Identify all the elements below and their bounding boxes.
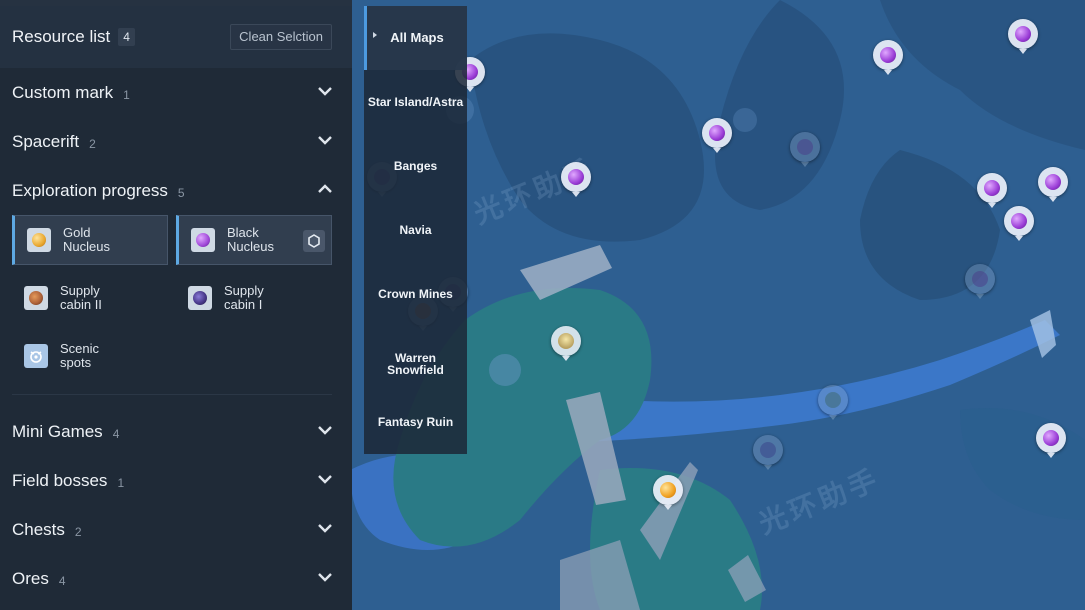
chevron-down-icon[interactable] xyxy=(318,474,332,484)
category-count: 5 xyxy=(177,185,185,200)
supply-cabin-ii-icon xyxy=(24,286,48,310)
map-option-fantasy-ruin[interactable]: Fantasy Ruin xyxy=(364,400,467,444)
category-label: Spacerift xyxy=(12,131,80,151)
category-chests[interactable]: Chests 2 xyxy=(0,505,352,554)
caret-right-icon xyxy=(373,32,377,38)
map-selector: All Maps Star Island/Astra Banges Navia Crow… xyxy=(364,6,467,454)
map-option-all-maps[interactable]: All Maps xyxy=(364,6,467,70)
map-option-star-island-astra[interactable]: Star Island/Astra xyxy=(364,80,467,124)
map-option-label: All Maps xyxy=(390,30,444,45)
item-label: Scenic xyxy=(60,341,100,356)
gold-nucleus-marker[interactable] xyxy=(653,475,683,513)
black-nucleus-marker[interactable] xyxy=(1004,206,1034,244)
black-nucleus-icon xyxy=(191,228,215,252)
map-option-label: Banges xyxy=(393,159,438,173)
black-nucleus-marker[interactable] xyxy=(965,264,995,302)
black-nucleus-marker[interactable] xyxy=(1008,19,1038,57)
category-count: 2 xyxy=(74,524,82,539)
clean-selection-button[interactable]: Clean Selction xyxy=(230,24,332,50)
item-label: Supply xyxy=(224,283,264,298)
map-option-label: Warren Snowfield xyxy=(387,351,444,377)
hexagon-icon[interactable] xyxy=(303,230,325,252)
black-nucleus-marker[interactable] xyxy=(753,435,783,473)
category-label: Custom mark xyxy=(12,82,114,102)
map-option-label: Fantasy Ruin xyxy=(377,415,454,429)
item-label: spots xyxy=(60,355,92,370)
item-supply-cabin-i[interactable]: Supply cabin I xyxy=(176,273,332,323)
category-label: Ores xyxy=(12,568,49,588)
category-mini-games[interactable]: Mini Games 4 xyxy=(0,407,352,456)
black-nucleus-marker[interactable] xyxy=(702,118,732,156)
category-field-bosses[interactable]: Field bosses 1 xyxy=(0,456,352,505)
category-label: Chests xyxy=(12,519,65,539)
item-label: cabin II xyxy=(60,297,102,312)
item-label: Nucleus xyxy=(63,239,110,254)
category-count: 4 xyxy=(112,426,120,441)
category-count: 4 xyxy=(58,573,66,588)
chevron-up-icon[interactable] xyxy=(318,184,332,194)
resource-list-count: 4 xyxy=(118,28,135,46)
map-option-warren-snowfield[interactable]: Warren Snowfield xyxy=(364,334,467,394)
supply-cabin-i-icon xyxy=(188,286,212,310)
category-exploration-progress[interactable]: Exploration progress 5 xyxy=(0,166,352,215)
category-label: Field bosses xyxy=(12,470,108,490)
item-supply-cabin-ii[interactable]: Supply cabin II xyxy=(12,273,168,323)
map-option-navia[interactable]: Navia xyxy=(364,208,467,252)
chevron-down-icon[interactable] xyxy=(318,425,332,435)
item-label: cabin I xyxy=(224,297,263,312)
chevron-down-icon[interactable] xyxy=(318,86,332,96)
category-label: Exploration progress xyxy=(12,180,168,200)
item-gold-nucleus[interactable]: Gold Nucleus xyxy=(12,215,168,265)
item-label: Supply xyxy=(60,283,100,298)
chevron-down-icon[interactable] xyxy=(318,572,332,582)
category-label: Mini Games xyxy=(12,421,103,441)
scenic-spot-marker[interactable] xyxy=(551,326,581,364)
chevron-down-icon[interactable] xyxy=(318,135,332,145)
category-count: 2 xyxy=(89,136,96,151)
gold-nucleus-icon xyxy=(27,228,51,252)
category-count: 1 xyxy=(123,87,130,102)
exploration-items: Gold Nucleus Black Nucleus Supply cabin II … xyxy=(0,215,352,394)
category-ores[interactable]: Ores 4 xyxy=(0,554,352,603)
map-option-label: Navia xyxy=(399,223,432,237)
black-nucleus-marker[interactable] xyxy=(977,173,1007,211)
chevron-down-icon[interactable] xyxy=(318,523,332,533)
category-custom-mark[interactable]: Custom mark 1 xyxy=(0,68,352,117)
black-nucleus-marker[interactable] xyxy=(873,40,903,78)
map-option-crown-mines[interactable]: Crown Mines xyxy=(364,272,467,316)
resource-list-header: Resource list 4 Clean Selction xyxy=(0,6,352,68)
category-spacerift[interactable]: Spacerift 2 xyxy=(0,117,352,166)
map-option-banges[interactable]: Banges xyxy=(364,144,467,188)
item-label: Nucleus xyxy=(227,239,274,254)
black-nucleus-marker[interactable] xyxy=(790,132,820,170)
item-scenic-spots[interactable]: Scenic spots xyxy=(12,331,168,381)
scenic-spots-icon xyxy=(24,344,48,368)
black-nucleus-marker[interactable] xyxy=(561,162,591,200)
item-label: Gold xyxy=(63,225,91,240)
item-label: Black xyxy=(227,225,259,240)
resource-list-title: Resource list xyxy=(12,27,111,46)
black-nucleus-marker[interactable] xyxy=(1038,167,1068,205)
item-black-nucleus[interactable]: Black Nucleus xyxy=(176,215,332,265)
category-count: 1 xyxy=(117,475,125,490)
map-option-label: Crown Mines xyxy=(378,287,453,301)
black-nucleus-marker[interactable] xyxy=(1036,423,1066,461)
resource-panel: Resource list 4 Clean Selction Custom ma… xyxy=(0,0,352,610)
map-option-label: Star Island/Astra xyxy=(367,95,464,109)
black-nucleus-marker[interactable] xyxy=(818,385,848,423)
